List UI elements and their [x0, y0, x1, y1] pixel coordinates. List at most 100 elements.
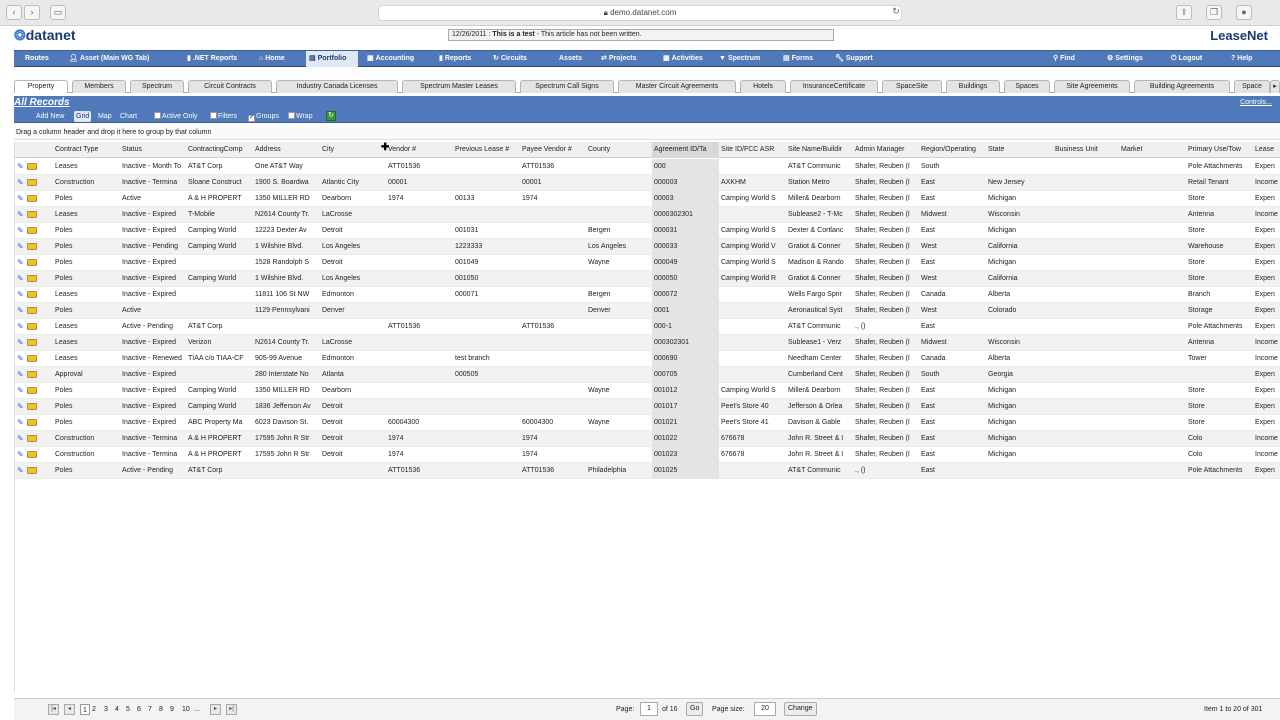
column-header[interactable]: ContractingComp — [186, 142, 253, 158]
table-row[interactable]: ✎ Poles Inactive - Expired 1528 Randolph S D… — [15, 255, 1280, 271]
tab-circuit-contracts[interactable]: Circuit Contracts — [188, 80, 272, 93]
tab-building-agreements[interactable]: Building Agreements — [1134, 80, 1230, 93]
column-header[interactable]: Business Unit — [1053, 142, 1119, 158]
folder-icon[interactable] — [27, 307, 37, 314]
column-header[interactable]: Site ID/FCC ASR — [719, 142, 786, 158]
edit-icon[interactable]: ✎ — [17, 354, 26, 363]
table-row[interactable]: ✎ Poles Inactive - Expired Camping World 122… — [15, 223, 1280, 239]
column-header[interactable]: City — [320, 142, 386, 158]
tab-spectrum[interactable]: Spectrum — [130, 80, 184, 93]
edit-icon[interactable]: ✎ — [17, 290, 26, 299]
wrap-checkbox[interactable]: Wrap — [288, 111, 313, 122]
folder-icon[interactable] — [27, 211, 37, 218]
first-page-icon[interactable]: |◂ — [48, 704, 59, 715]
records-title[interactable]: All Records — [14, 97, 70, 108]
column-header[interactable]: County — [586, 142, 652, 158]
table-row[interactable]: ✎ Poles Inactive - Expired Camping World 1 W… — [15, 271, 1280, 287]
edit-icon[interactable]: ✎ — [17, 258, 26, 267]
last-page-icon[interactable]: ▸| — [226, 704, 237, 715]
edit-icon[interactable]: ✎ — [17, 210, 26, 219]
nav-find[interactable]: ⚲ Find — [1050, 51, 1078, 67]
column-header[interactable]: Agreement ID/Ta — [652, 142, 719, 158]
tab-members[interactable]: Members — [72, 80, 126, 93]
folder-icon[interactable] — [27, 259, 37, 266]
nav-forms[interactable]: ▤ Forms — [780, 51, 816, 67]
active-only-checkbox[interactable]: Active Only — [154, 111, 197, 122]
folder-icon[interactable] — [27, 403, 37, 410]
column-header[interactable]: State — [986, 142, 1053, 158]
column-header[interactable]: Market — [1119, 142, 1186, 158]
table-row[interactable]: ✎ Leases Active - Pending AT&T Corp ATT01536… — [15, 319, 1280, 335]
table-row[interactable]: ✎ Construction Inactive - Termina Sloane Co… — [15, 175, 1280, 191]
edit-icon[interactable]: ✎ — [17, 306, 26, 315]
nav-projects[interactable]: ⇄ Projects — [598, 51, 640, 67]
page-link[interactable]: 2 — [92, 704, 96, 715]
nav-circuits[interactable]: ↻ Circuits — [490, 51, 530, 67]
edit-icon[interactable]: ✎ — [17, 338, 26, 347]
edit-icon[interactable]: ✎ — [17, 322, 26, 331]
folder-icon[interactable] — [27, 371, 37, 378]
table-row[interactable]: ✎ Poles Inactive - Expired ABC Property Ma 6… — [15, 415, 1280, 431]
go-button[interactable]: Go — [686, 702, 704, 716]
refresh-icon[interactable]: ↻ — [326, 111, 336, 121]
extension-icon[interactable]: ● — [1236, 5, 1252, 20]
column-header[interactable]: Contract Type — [53, 142, 120, 158]
column-header[interactable]: Site Name/Buildir — [786, 142, 853, 158]
nav-accounting[interactable]: ▦ Accounting — [364, 51, 417, 67]
edit-icon[interactable]: ✎ — [17, 162, 26, 171]
column-header[interactable]: Lease — [1253, 142, 1280, 158]
edit-icon[interactable]: ✎ — [17, 370, 26, 379]
folder-icon[interactable] — [27, 195, 37, 202]
folder-icon[interactable] — [27, 451, 37, 458]
chart-view-button[interactable]: Chart — [120, 111, 137, 122]
folder-icon[interactable] — [27, 179, 37, 186]
page-link[interactable]: 4 — [115, 704, 119, 715]
table-row[interactable]: ✎ Leases Inactive - Renewed TIAA c/o TIAA-C… — [15, 351, 1280, 367]
filters-checkbox[interactable]: Filters — [210, 111, 237, 122]
groups-checkbox[interactable]: ✓ Groups — [248, 111, 279, 122]
page-link[interactable]: 9 — [170, 704, 174, 715]
address-bar[interactable]: 🔒︎ demo.datanet.com — [378, 5, 902, 21]
tab-master-circuit-agreements[interactable]: Master Circuit Agreements — [618, 80, 736, 93]
folder-icon[interactable] — [27, 435, 37, 442]
page-link[interactable]: 10 — [182, 704, 190, 715]
column-header[interactable]: Status — [120, 142, 186, 158]
edit-icon[interactable]: ✎ — [17, 194, 26, 203]
table-row[interactable]: ✎ Poles Inactive - Expired Camping World 183… — [15, 399, 1280, 415]
tab-industry-canada-licenses[interactable]: Industry Canada Licenses — [276, 80, 398, 93]
column-header[interactable]: Region/Operating — [919, 142, 986, 158]
nav-assets[interactable]: Assets — [556, 51, 585, 67]
folder-icon[interactable] — [27, 323, 37, 330]
tab-hotels[interactable]: Hotels — [740, 80, 786, 93]
folder-icon[interactable] — [27, 419, 37, 426]
tab-spaces[interactable]: Spaces — [1004, 80, 1050, 93]
page-link[interactable]: ... — [194, 704, 200, 715]
nav-portfolio[interactable]: ▤ Portfolio — [306, 51, 358, 67]
page-size-input[interactable]: 20 — [754, 702, 776, 716]
tab-property[interactable]: Property — [14, 80, 68, 93]
folder-icon[interactable] — [27, 275, 37, 282]
table-row[interactable]: ✎ Poles Active A & H PROPERT 1350 MILLER RD D… — [15, 191, 1280, 207]
nav-logout[interactable]: ⏻ Logout — [1168, 51, 1205, 67]
page-link[interactable]: 6 — [137, 704, 141, 715]
folder-icon[interactable] — [27, 227, 37, 234]
forward-icon[interactable]: › — [24, 5, 40, 20]
reload-icon[interactable]: ↻ — [888, 5, 904, 20]
page-link[interactable]: 5 — [126, 704, 130, 715]
table-row[interactable]: ✎ Construction Inactive - Termina A & H PRO… — [15, 447, 1280, 463]
group-by-drop-zone[interactable]: Drag a column header and drop it here to… — [14, 126, 1280, 140]
folder-icon[interactable] — [27, 339, 37, 346]
folder-icon[interactable] — [27, 387, 37, 394]
page-link[interactable]: 7 — [148, 704, 152, 715]
tab-buildings[interactable]: Buildings — [946, 80, 1000, 93]
tab-site-agreements[interactable]: Site Agreements — [1054, 80, 1130, 93]
page-link[interactable]: 3 — [104, 704, 108, 715]
tab-spacesite[interactable]: SpaceSite — [882, 80, 942, 93]
controls-link[interactable]: Controls... — [1240, 99, 1272, 106]
tab-scroll-right-icon[interactable]: ▸ — [1270, 80, 1280, 93]
folder-icon[interactable] — [27, 467, 37, 474]
column-header[interactable]: Address — [253, 142, 320, 158]
change-button[interactable]: Change — [784, 702, 817, 716]
column-header[interactable]: Previous Lease # — [453, 142, 520, 158]
tab-spectrum-master-leases[interactable]: Spectrum Master Leases — [402, 80, 516, 93]
